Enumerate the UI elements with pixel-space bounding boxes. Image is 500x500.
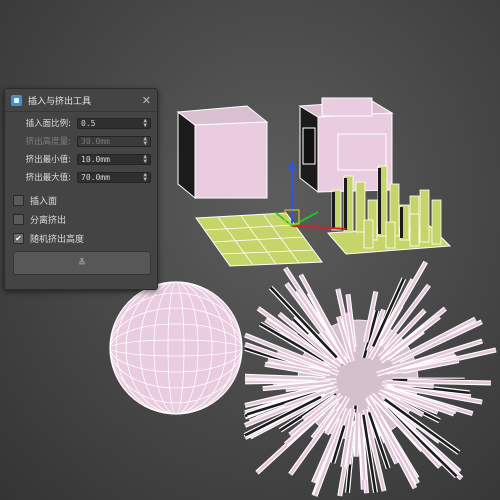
checkbox-box[interactable] [13,213,24,225]
insert-extrude-dialog: 插入与挤出工具 ✕ 插入面比例: 0.5 ▲ ▼ 挤出高度量: 30.0mm ▲ ▼… [4,88,158,290]
extrude-min-value[interactable]: 10.0mm [81,155,110,164]
separate-extrude-checkbox[interactable]: 分离挤出 [13,212,66,226]
separate-extrude-label: 分离挤出 [30,215,67,226]
cube-object[interactable] [176,105,269,200]
spinner-arrows-icon[interactable]: ▲ ▼ [143,118,147,129]
extrude-min-spinner[interactable]: 10.0mm ▲ ▼ [77,153,151,165]
checkbox-box[interactable] [13,194,24,206]
spinner-arrows-icon: ▲ ▼ [143,135,147,147]
inset-face-checkbox[interactable]: 插入面 [13,193,57,207]
dialog-titlebar[interactable]: 插入与挤出工具 ✕ [5,89,157,112]
extrude-height-spinner: 30.0mm ▲ ▼ [77,135,151,147]
extrude-max-label: 挤出最大值: [25,173,71,183]
inset-ratio-label: 插入面比例: [25,119,71,129]
extrude-max-value[interactable]: 70.0mm [81,173,110,182]
inset-face-label: 插入面 [30,196,58,207]
random-height-checkbox[interactable]: ✔ 随机挤出高度 [13,231,84,245]
inset-ratio-row: 插入面比例: 0.5 ▲ ▼ [5,116,157,130]
extrude-min-label: 挤出最小值: [25,155,71,165]
dialog-title: 插入与挤出工具 [28,96,92,107]
app-icon [11,94,22,106]
extrude-max-spinner[interactable]: 70.0mm ▲ ▼ [77,171,151,183]
close-icon[interactable]: ✕ [142,95,151,106]
random-height-label: 随机挤出高度 [30,234,85,245]
extrude-min-row: 挤出最小值: 10.0mm ▲ ▼ [5,152,157,166]
apply-button[interactable]: ≚ [13,251,151,275]
sphere-object[interactable] [109,281,243,415]
checkmark-icon[interactable]: ✔ [13,232,24,244]
extrude-height-row: 挤出高度量: 30.0mm ▲ ▼ [5,134,157,148]
spinner-arrows-icon[interactable]: ▲ ▼ [143,154,147,165]
spiky-sphere-object[interactable] [243,260,497,497]
inset-ratio-spinner[interactable]: 0.5 ▲ ▼ [77,117,151,129]
extrude-max-row: 挤出最大值: 70.0mm ▲ ▼ [5,170,157,184]
extrude-height-value: 30.0mm [81,136,110,146]
extrude-height-label: 挤出高度量: [25,137,71,147]
spike-face [354,412,359,457]
inset-ratio-value[interactable]: 0.5 [81,119,95,128]
spinner-arrows-icon[interactable]: ▲ ▼ [143,172,147,183]
